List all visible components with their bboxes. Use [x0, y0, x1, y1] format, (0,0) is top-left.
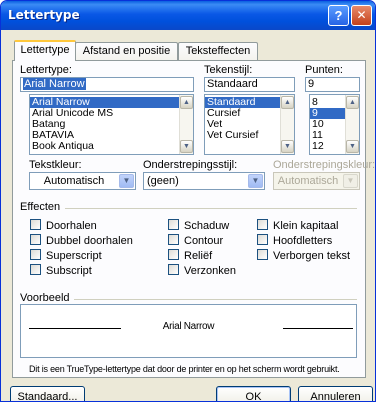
tab-lettertype[interactable]: Lettertype [14, 40, 76, 61]
checkbox-label: Klein kapitaal [273, 220, 339, 232]
size-label: Punten: [305, 64, 343, 76]
checkbox-label: Superscript [46, 250, 102, 262]
close-button[interactable]: ✕ [351, 5, 372, 26]
checkbox-box[interactable] [257, 234, 268, 245]
font-label: Lettertype: [20, 64, 72, 76]
checkbox-label: Subscript [46, 265, 92, 277]
underline-value: (geen) [147, 175, 179, 187]
font-input-value: Arial Narrow [23, 78, 86, 90]
checkbox-contour[interactable]: Contour [168, 234, 223, 247]
checkbox-box[interactable] [168, 264, 179, 275]
checkbox-label: Schaduw [184, 220, 230, 232]
default-button[interactable]: Standaard... [10, 386, 85, 401]
checkbox-hoofdletters[interactable]: Hoofdletters [257, 234, 332, 247]
effects-divider [65, 208, 357, 209]
scroll-up-icon[interactable]: ▲ [346, 96, 359, 109]
preview-note: Dit is een TrueType-lettertype dat door … [29, 364, 340, 374]
checkbox-dubbel-doorhalen[interactable]: Dubbel doorhalen [30, 234, 133, 247]
checkbox-subscript[interactable]: Subscript [30, 264, 92, 277]
checkbox-label: Dubbel doorhalen [46, 235, 133, 247]
underline-label: Onderstrepingsstijl: [143, 159, 238, 171]
font-dialog: Lettertype ? ✕ Lettertype Afstand en pos… [0, 0, 376, 402]
checkbox-verzonken[interactable]: Verzonken [168, 264, 236, 277]
checkbox-box[interactable] [30, 234, 41, 245]
preview-baseline-right [283, 328, 353, 329]
chevron-down-icon[interactable]: ▼ [248, 174, 263, 188]
color-label: Tekstkleur: [29, 159, 82, 171]
checkbox-box[interactable] [30, 264, 41, 275]
preview-sample-text: Arial Narrow [162, 321, 215, 332]
checkbox-label: Verborgen tekst [273, 250, 351, 262]
underline-color-label: Onderstrepingskleur: [273, 159, 376, 171]
underline-color-select: Automatisch ▼ [273, 172, 360, 190]
checkbox-box[interactable] [257, 219, 268, 230]
scroll-down-icon[interactable]: ▼ [281, 140, 294, 153]
checkbox-superscript[interactable]: Superscript [30, 249, 102, 262]
style-label: Tekenstijl: [204, 64, 253, 76]
color-value: Automatisch [43, 175, 105, 187]
color-select[interactable]: Automatisch ▼ [29, 172, 136, 190]
checkbox-label: Hoofdletters [273, 235, 333, 247]
underline-color-value: Automatisch [277, 175, 339, 187]
checkbox-box[interactable] [257, 249, 268, 260]
font-list-scrollbar[interactable]: ▲ ▼ [179, 95, 193, 154]
checkbox-label: Verzonken [184, 265, 236, 277]
style-list[interactable]: Standaard Cursief Vet Vet Cursief ▲ ▼ [204, 94, 295, 155]
list-item[interactable]: Book Antiqua [30, 141, 193, 152]
title-bar[interactable]: Lettertype ? ✕ [1, 1, 375, 30]
cancel-button[interactable]: Annuleren [298, 386, 373, 401]
checkbox-relief[interactable]: Reliëf [168, 249, 212, 262]
style-input[interactable]: Standaard [204, 77, 295, 92]
scroll-up-icon[interactable]: ▲ [180, 96, 193, 109]
checkbox-box[interactable] [30, 249, 41, 260]
scroll-up-icon[interactable]: ▲ [281, 96, 294, 109]
help-button[interactable]: ? [328, 5, 349, 26]
preview-box: Arial Narrow [20, 304, 357, 358]
preview-label: Voorbeeld [20, 292, 70, 304]
checkbox-doorhalen[interactable]: Doorhalen [30, 219, 97, 232]
tab-afstand-en-positie[interactable]: Afstand en positie [75, 42, 178, 60]
checkbox-label: Contour [184, 235, 224, 247]
tab-teksteffecten[interactable]: Teksteffecten [178, 42, 258, 60]
checkbox-schaduw[interactable]: Schaduw [168, 219, 229, 232]
ok-button[interactable]: OK [216, 386, 291, 401]
font-input[interactable]: Arial Narrow [20, 77, 194, 92]
scroll-down-icon[interactable]: ▼ [180, 140, 193, 153]
style-list-scrollbar[interactable]: ▲ ▼ [280, 95, 294, 154]
scroll-down-icon[interactable]: ▼ [346, 140, 359, 153]
checkbox-box[interactable] [30, 219, 41, 230]
checkbox-label: Doorhalen [46, 220, 97, 232]
chevron-down-icon: ▼ [343, 174, 358, 188]
checkbox-label: Reliëf [184, 250, 213, 262]
checkbox-box[interactable] [168, 249, 179, 260]
underline-select[interactable]: (geen) ▼ [143, 172, 265, 190]
font-list[interactable]: Arial Narrow Arial Unicode MS Batang BAT… [29, 94, 194, 155]
checkbox-box[interactable] [168, 234, 179, 245]
checkbox-verborgen-tekst[interactable]: Verborgen tekst [257, 249, 350, 262]
window-title: Lettertype [8, 8, 80, 22]
size-list[interactable]: 8 9 10 11 12 ▲ ▼ [309, 94, 360, 155]
checkbox-klein-kapitaal[interactable]: Klein kapitaal [257, 219, 338, 232]
chevron-down-icon[interactable]: ▼ [119, 174, 134, 188]
size-list-scrollbar[interactable]: ▲ ▼ [345, 95, 359, 154]
size-input[interactable]: 9 [305, 77, 360, 92]
preview-divider [74, 299, 357, 300]
effects-label: Effecten [20, 201, 61, 213]
checkbox-box[interactable] [168, 219, 179, 230]
